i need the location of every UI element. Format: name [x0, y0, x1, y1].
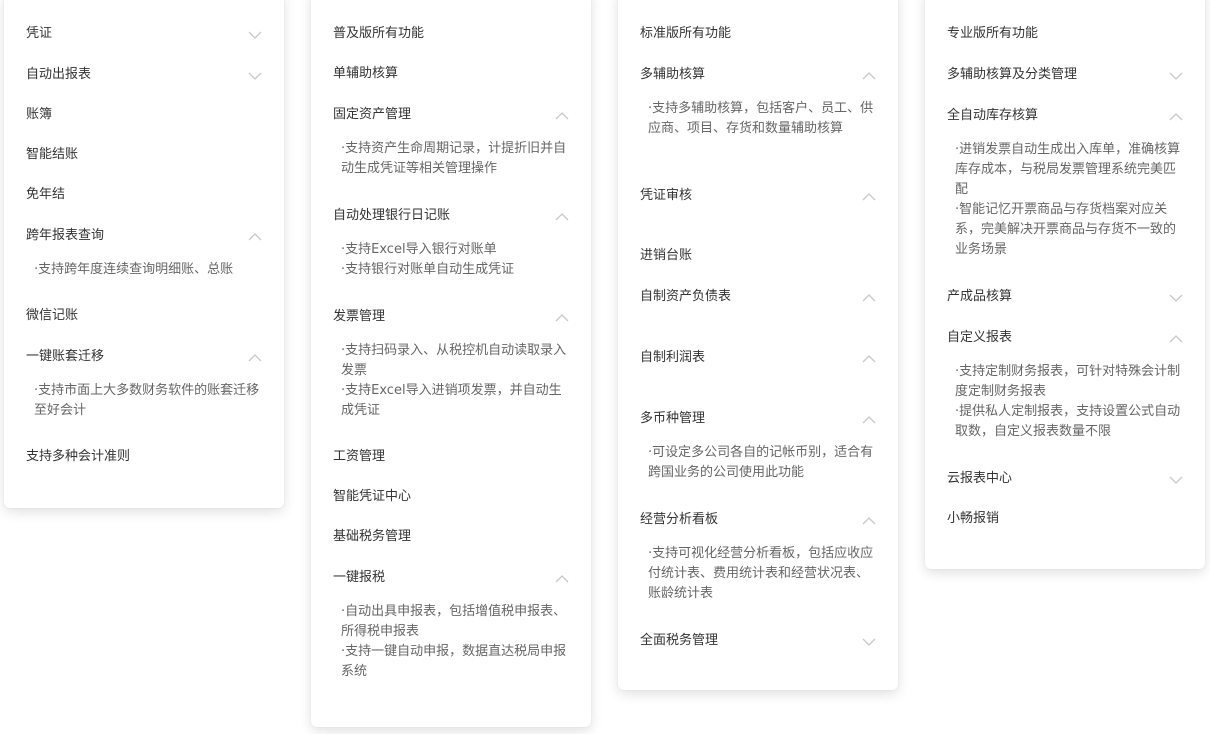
- feature-purchase-sales-ledger: 进销台账: [640, 248, 693, 263]
- feature-description: ·可设定多公司各自的记帐币别，适合有跨国业务的公司使用此功能: [648, 445, 874, 480]
- chevron-up-icon[interactable]: [862, 72, 876, 80]
- chevron-up-icon[interactable]: [862, 517, 876, 525]
- plan-card-popular: 普及版所有功能 单辅助核算 固定资产管理 ·支持资产生命周期记录，计提折旧并自动…: [311, 0, 591, 727]
- feature-wechat-bookkeeping: 微信记账: [26, 308, 79, 323]
- feature-bank-journal[interactable]: 自动处理银行日记账: [333, 207, 450, 225]
- chevron-up-icon[interactable]: [555, 575, 569, 583]
- feature-no-year-end: 免年结: [26, 187, 66, 202]
- feature-voucher-review[interactable]: 凭证审核: [640, 187, 692, 205]
- feature-full-tax[interactable]: 全面税务管理: [640, 632, 718, 650]
- feature-auto-inventory[interactable]: 全自动库存核算: [947, 107, 1038, 125]
- feature-one-click-tax[interactable]: 一键报税: [333, 569, 385, 587]
- chevron-up-icon[interactable]: [555, 112, 569, 120]
- feature-description: ·支持可视化经营分析看板，包括应收应付统计表、费用统计表和经营状况表、账龄统计表: [648, 546, 874, 601]
- feature-smart-voucher-center: 智能凭证中心: [333, 489, 412, 504]
- chevron-down-icon[interactable]: [248, 72, 262, 80]
- chevron-up-icon[interactable]: [1169, 335, 1183, 343]
- feature-custom-reports[interactable]: 自定义报表: [947, 329, 1012, 347]
- chevron-up-icon[interactable]: [555, 314, 569, 322]
- feature-basic-tax: 基础税务管理: [333, 529, 412, 544]
- feature-smart-closing: 智能结账: [26, 147, 79, 162]
- feature-description: ·支持定制财务报表，可针对特殊会计制度定制财务报表 ·提供私人定制报表，支持设置公…: [955, 364, 1181, 439]
- feature-single-aux: 单辅助核算: [333, 66, 399, 81]
- feature-finished-goods[interactable]: 产成品核算: [947, 288, 1012, 306]
- feature-multi-aux[interactable]: 多辅助核算: [640, 66, 705, 84]
- feature-all-basic: 普及版所有功能: [333, 26, 425, 41]
- feature-fixed-assets[interactable]: 固定资产管理: [333, 106, 411, 124]
- feature-voucher[interactable]: 凭证: [26, 25, 52, 43]
- feature-description: ·支持扫码录入、从税控机自动读取录入发票 ·支持Excel导入进销项发票，并自动生…: [341, 343, 567, 418]
- chevron-down-icon[interactable]: [1169, 294, 1183, 302]
- feature-description: ·进销发票自动生成出入库单，准确核算库存成本，与税局发票管理系统完美匹配 ·智能记…: [955, 142, 1181, 257]
- feature-payroll: 工资管理: [333, 449, 386, 464]
- feature-accounting-standards: 支持多种会计准则: [26, 449, 131, 464]
- chevron-up-icon[interactable]: [248, 354, 262, 362]
- plan-card-standard: 标准版所有功能 多辅助核算 ·支持多辅助核算，包括客户、员工、供应商、项目、存货…: [618, 0, 898, 690]
- feature-cloud-report-center[interactable]: 云报表中心: [947, 470, 1012, 488]
- feature-balance-sheet[interactable]: 自制资产负债表: [640, 288, 731, 306]
- feature-description: ·支持Excel导入银行对账单 ·支持银行对账单自动生成凭证: [341, 242, 515, 277]
- feature-multi-aux-category[interactable]: 多辅助核算及分类管理: [947, 66, 1077, 84]
- chevron-down-icon[interactable]: [248, 31, 262, 39]
- feature-invoice-management[interactable]: 发票管理: [333, 308, 385, 326]
- plan-card-pro: 专业版所有功能 多辅助核算及分类管理 全自动库存核算 ·进销发票自动生成出入库单…: [925, 0, 1205, 569]
- feature-all-standard: 标准版所有功能: [640, 26, 732, 41]
- chevron-down-icon[interactable]: [1169, 476, 1183, 484]
- chevron-down-icon[interactable]: [862, 638, 876, 646]
- feature-auto-report[interactable]: 自动出报表: [26, 66, 91, 84]
- chevron-up-icon[interactable]: [555, 213, 569, 221]
- feature-cross-year-query[interactable]: 跨年报表查询: [26, 227, 104, 245]
- feature-xiaochang-expense: 小畅报销: [947, 511, 1000, 526]
- feature-description: ·自动出具申报表，包括增值税申报表、所得税申报表 ·支持一键自动申报，数据直达税局…: [341, 604, 567, 679]
- feature-multi-currency[interactable]: 多币种管理: [640, 410, 705, 428]
- chevron-up-icon[interactable]: [248, 233, 262, 241]
- feature-description: ·支持资产生命周期记录，计提折旧并自动生成凭证等相关管理操作: [341, 141, 567, 176]
- feature-all-pro: 专业版所有功能: [947, 26, 1039, 41]
- feature-account-migration[interactable]: 一键账套迁移: [26, 348, 104, 366]
- chevron-up-icon[interactable]: [862, 355, 876, 363]
- plan-card-basic: 凭证 自动出报表 账簿 智能结账 免年结 跨年报表查询 ·支持跨年度连续查询明细…: [4, 0, 284, 508]
- feature-income-statement[interactable]: 自制利润表: [640, 349, 705, 367]
- chevron-up-icon[interactable]: [862, 416, 876, 424]
- feature-ledger: 账簿: [26, 107, 53, 122]
- feature-description: ·支持市面上大多数财务软件的账套迁移至好会计: [34, 383, 260, 418]
- chevron-up-icon[interactable]: [1169, 113, 1183, 121]
- feature-business-dashboard[interactable]: 经营分析看板: [640, 511, 718, 529]
- chevron-up-icon[interactable]: [862, 294, 876, 302]
- feature-description: ·支持跨年度连续查询明细账、总账: [34, 262, 234, 277]
- chevron-down-icon[interactable]: [1169, 72, 1183, 80]
- chevron-up-icon[interactable]: [862, 193, 876, 201]
- feature-description: ·支持多辅助核算，包括客户、员工、供应商、项目、存货和数量辅助核算: [648, 101, 874, 136]
